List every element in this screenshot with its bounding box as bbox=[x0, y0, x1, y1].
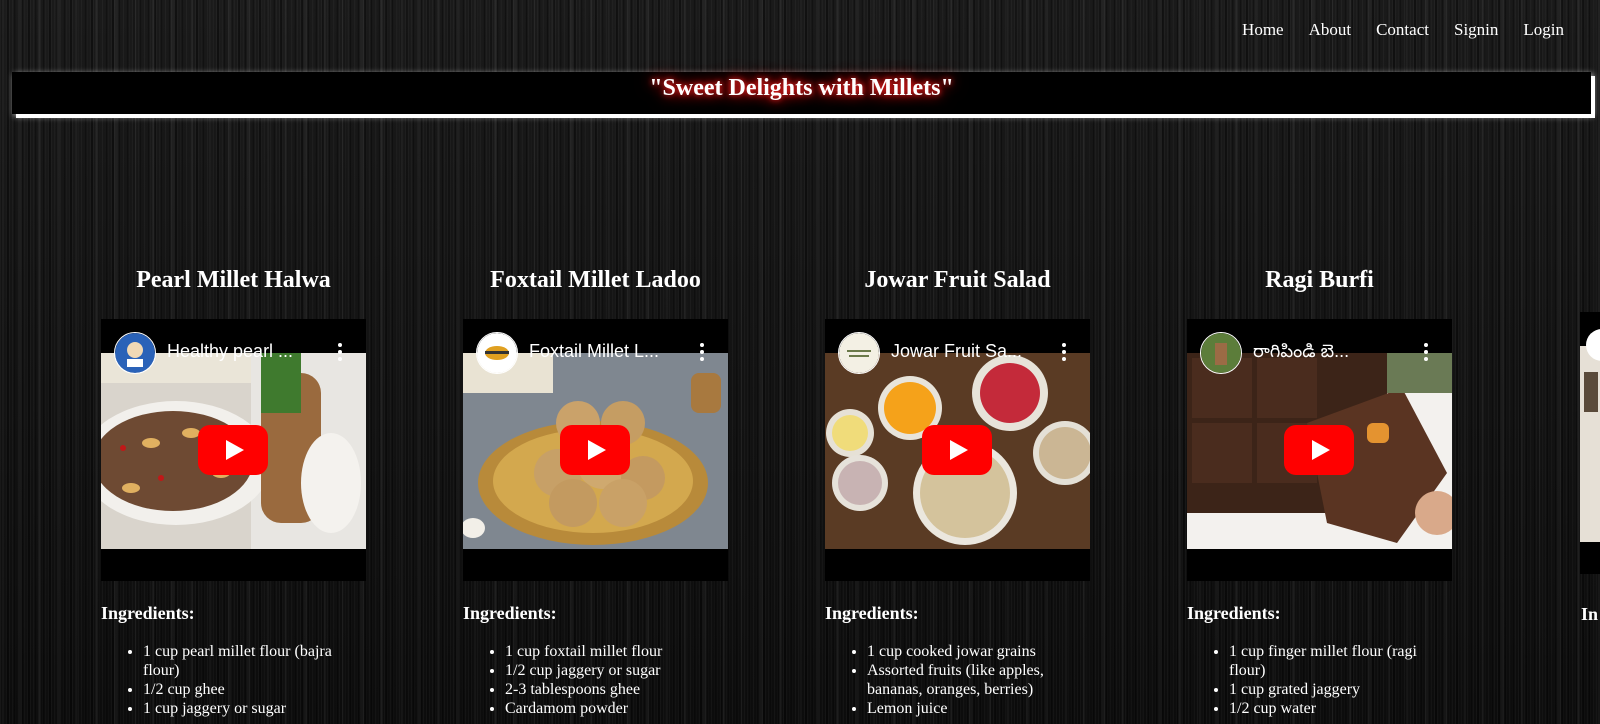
video-embed[interactable]: Foxtail Millet L... bbox=[463, 319, 728, 581]
page-title: "Sweet Delights with Millets" bbox=[649, 75, 954, 101]
ingredients-heading-partial: In bbox=[1581, 604, 1599, 624]
video-title[interactable]: Healthy pearl ... bbox=[167, 341, 317, 362]
more-options-icon[interactable] bbox=[338, 343, 342, 361]
play-icon[interactable] bbox=[560, 425, 630, 475]
channel-avatar[interactable] bbox=[838, 332, 880, 374]
ingredient-item: 1/2 cup jaggery or sugar bbox=[505, 661, 728, 680]
ingredient-item: Cardamom powder bbox=[505, 699, 728, 718]
ingredient-item: 1 cup jaggery or sugar bbox=[143, 699, 366, 718]
ingredients-heading: Ingredients: bbox=[101, 603, 195, 623]
more-options-icon[interactable] bbox=[1424, 343, 1428, 361]
recipe-card-pearl-millet-halwa: Pearl Millet Halwa Healthy pearl ... Ing… bbox=[101, 265, 366, 718]
recipe-title: Foxtail Millet Ladoo bbox=[490, 267, 701, 293]
ingredient-item: 1 cup cooked jowar grains bbox=[867, 642, 1090, 661]
ingredients-list: 1 cup foxtail millet flour 1/2 cup jagge… bbox=[463, 642, 728, 718]
video-embed-partial[interactable] bbox=[1580, 312, 1600, 574]
nav-login-link[interactable]: Login bbox=[1523, 20, 1564, 40]
ingredient-item: 1/2 cup water bbox=[1229, 699, 1452, 718]
ingredients-list: 1 cup pearl millet flour (bajra flour) 1… bbox=[101, 642, 366, 718]
ingredient-item: 2-3 tablespoons ghee bbox=[505, 680, 728, 699]
video-thumbnail bbox=[1580, 329, 1600, 542]
video-title[interactable]: రాగిపిండి బె... bbox=[1253, 341, 1403, 366]
nav-contact-link[interactable]: Contact bbox=[1376, 20, 1429, 40]
video-title[interactable]: Foxtail Millet L... bbox=[529, 341, 679, 362]
video-embed[interactable]: రాగిపిండి బె... bbox=[1187, 319, 1452, 581]
nav-home-link[interactable]: Home bbox=[1242, 20, 1284, 40]
video-embed[interactable]: Healthy pearl ... bbox=[101, 319, 366, 581]
recipe-title: Ragi Burfi bbox=[1265, 267, 1374, 293]
channel-avatar[interactable] bbox=[1200, 332, 1242, 374]
recipe-card-ragi-burfi: Ragi Burfi రాగిపిండి బె... Ingredients: … bbox=[1187, 265, 1452, 718]
nav-about-link[interactable]: About bbox=[1309, 20, 1352, 40]
more-options-icon[interactable] bbox=[700, 343, 704, 361]
ingredient-item: 1 cup finger millet flour (ragi flour) bbox=[1229, 642, 1452, 680]
ingredients-heading: Ingredients: bbox=[825, 603, 919, 623]
ingredient-item: 1 cup foxtail millet flour bbox=[505, 642, 728, 661]
ingredient-item: Lemon juice bbox=[867, 699, 1090, 718]
recipe-title: Jowar Fruit Salad bbox=[864, 267, 1051, 293]
page-banner: "Sweet Delights with Millets" bbox=[12, 72, 1591, 114]
ingredient-item: 1/2 cup ghee bbox=[143, 680, 366, 699]
ingredients-heading: Ingredients: bbox=[463, 603, 557, 623]
video-title[interactable]: Jowar Fruit Sa... bbox=[891, 341, 1041, 362]
recipe-card-foxtail-millet-ladoo: Foxtail Millet Ladoo Foxtail Millet L...… bbox=[463, 265, 728, 718]
ingredients-heading: Ingredients: bbox=[1187, 603, 1281, 623]
top-nav: Home About Contact Signin Login bbox=[1242, 20, 1564, 40]
channel-avatar[interactable] bbox=[114, 332, 156, 374]
video-embed[interactable]: Jowar Fruit Sa... bbox=[825, 319, 1090, 581]
ingredients-list: 1 cup cooked jowar grains Assorted fruit… bbox=[825, 642, 1090, 718]
recipe-title: Pearl Millet Halwa bbox=[136, 267, 331, 293]
ingredient-item: 1 cup pearl millet flour (bajra flour) bbox=[143, 642, 366, 680]
play-icon[interactable] bbox=[1284, 425, 1354, 475]
ingredient-item: Assorted fruits (like apples, bananas, o… bbox=[867, 661, 1090, 699]
channel-avatar[interactable] bbox=[476, 332, 518, 374]
ingredient-item: 1 cup grated jaggery bbox=[1229, 680, 1452, 699]
ingredients-list: 1 cup finger millet flour (ragi flour) 1… bbox=[1187, 642, 1452, 718]
recipe-card-jowar-fruit-salad: Jowar Fruit Salad Jowar Fruit Sa... Ingr… bbox=[825, 265, 1090, 718]
play-icon[interactable] bbox=[922, 425, 992, 475]
play-icon[interactable] bbox=[198, 425, 268, 475]
more-options-icon[interactable] bbox=[1062, 343, 1066, 361]
nav-signin-link[interactable]: Signin bbox=[1454, 20, 1498, 40]
